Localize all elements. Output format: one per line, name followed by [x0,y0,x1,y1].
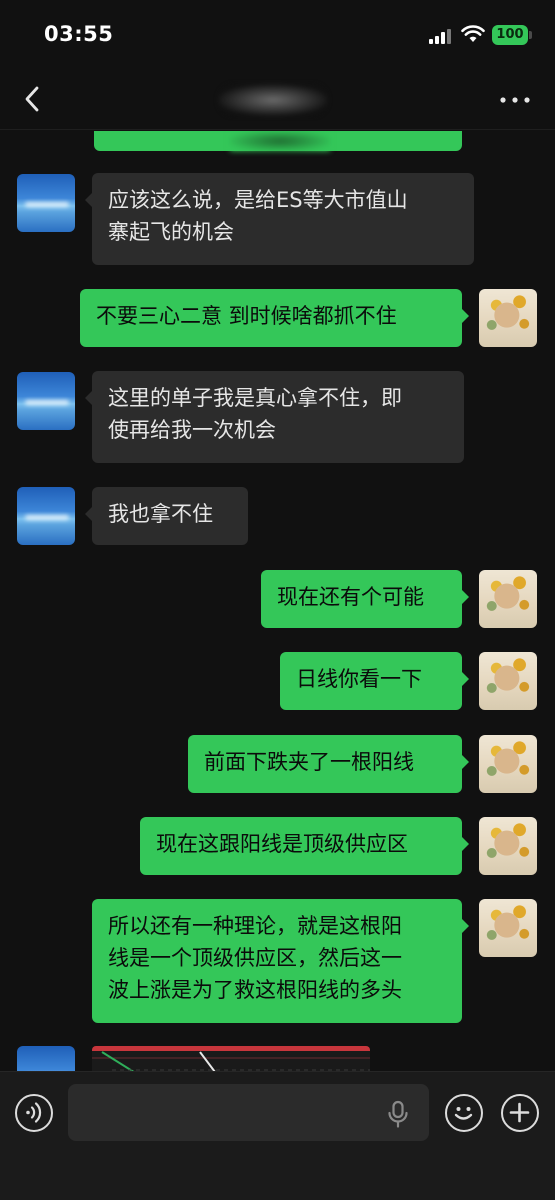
chart-image-thumbnail [92,1046,370,1071]
message-text-line: 我也拿不住 [108,502,213,526]
message-bubble-received[interactable]: 应该这么说，是给ES等大市值山 寨起飞的机会 [85,173,474,265]
message-text-line: 应该这么说，是给ES等大市值山 [108,188,408,212]
voice-wave-icon [26,1102,42,1123]
contact-avatar[interactable] [17,487,75,545]
message-text-line: 波上涨是为了救这根阳线的多头 [108,978,402,1002]
message-input[interactable] [68,1084,429,1141]
message-text-line: 前面下跌夹了一根阳线 [204,750,414,774]
contact-avatar[interactable] [17,174,75,232]
message-text-line: 使再给我一次机会 [108,418,276,442]
voice-toggle-button[interactable] [15,1094,53,1132]
message-bubble-sent[interactable]: 前面下跌夹了一根阳线 [188,735,469,793]
plus-icon [509,1102,530,1123]
more-dots-icon[interactable] [498,90,532,110]
message-text-line: 所以还有一种理论，就是这根阳 [108,914,402,938]
message-text-line: 现在这跟阳线是顶级供应区 [156,832,408,856]
my-avatar[interactable] [479,735,537,793]
chat-title-blurred [218,84,328,116]
status-time: 03:55 [44,22,114,46]
message-bubble-received[interactable]: 这里的单子我是真心拿不住，即 使再给我一次机会 [85,371,464,463]
message-bubble-sent[interactable]: 不要三心二意 到时候啥都抓不住 [80,289,469,347]
message-bubble-sent[interactable]: 日线你看一下 [280,652,469,710]
my-avatar[interactable] [479,570,537,628]
my-avatar[interactable] [479,899,537,957]
chevron-left-icon[interactable] [18,82,48,116]
signal-icon [429,28,455,44]
message-text-line: 不要三心二意 到时候啥都抓不住 [96,304,397,328]
message-text-line: 线是一个顶级供应区，然后这一 [108,946,402,970]
microphone-icon[interactable] [385,1100,411,1128]
message-text-line: 日线你看一下 [296,667,422,691]
emoji-button[interactable] [445,1094,483,1132]
battery-icon: 100 [492,25,528,45]
image-message-preview[interactable] [92,1046,370,1071]
message-bubble-sent[interactable]: 现在这跟阳线是顶级供应区 [140,817,469,875]
contact-avatar[interactable] [17,1046,75,1071]
message-text-line: 现在还有个可能 [277,585,424,609]
message-bubble-sent[interactable]: 现在还有个可能 [261,570,469,628]
chat-header [0,70,555,130]
blur-mask [230,131,330,151]
input-bar [0,1071,555,1200]
my-avatar[interactable] [479,289,537,347]
message-bubble-received[interactable]: 我也拿不住 [85,487,248,545]
contact-avatar[interactable] [17,372,75,430]
my-avatar[interactable] [479,652,537,710]
message-text-line: 寨起飞的机会 [108,220,234,244]
my-avatar[interactable] [479,817,537,875]
wifi-icon [461,25,485,42]
more-functions-button[interactable] [501,1094,539,1132]
message-bubble-sent[interactable]: 所以还有一种理论，就是这根阳 线是一个顶级供应区，然后这一 波上涨是为了救这根阳… [92,899,469,1023]
message-list[interactable]: 应该这么说，是给ES等大市值山 寨起飞的机会 不要三心二意 到时候啥都抓不住 这… [0,131,555,1071]
message-text-line: 这里的单子我是真心拿不住，即 [108,386,402,410]
smiley-icon [454,1107,473,1120]
battery-tip [529,31,532,39]
status-bar: 03:55 100 [0,0,555,70]
